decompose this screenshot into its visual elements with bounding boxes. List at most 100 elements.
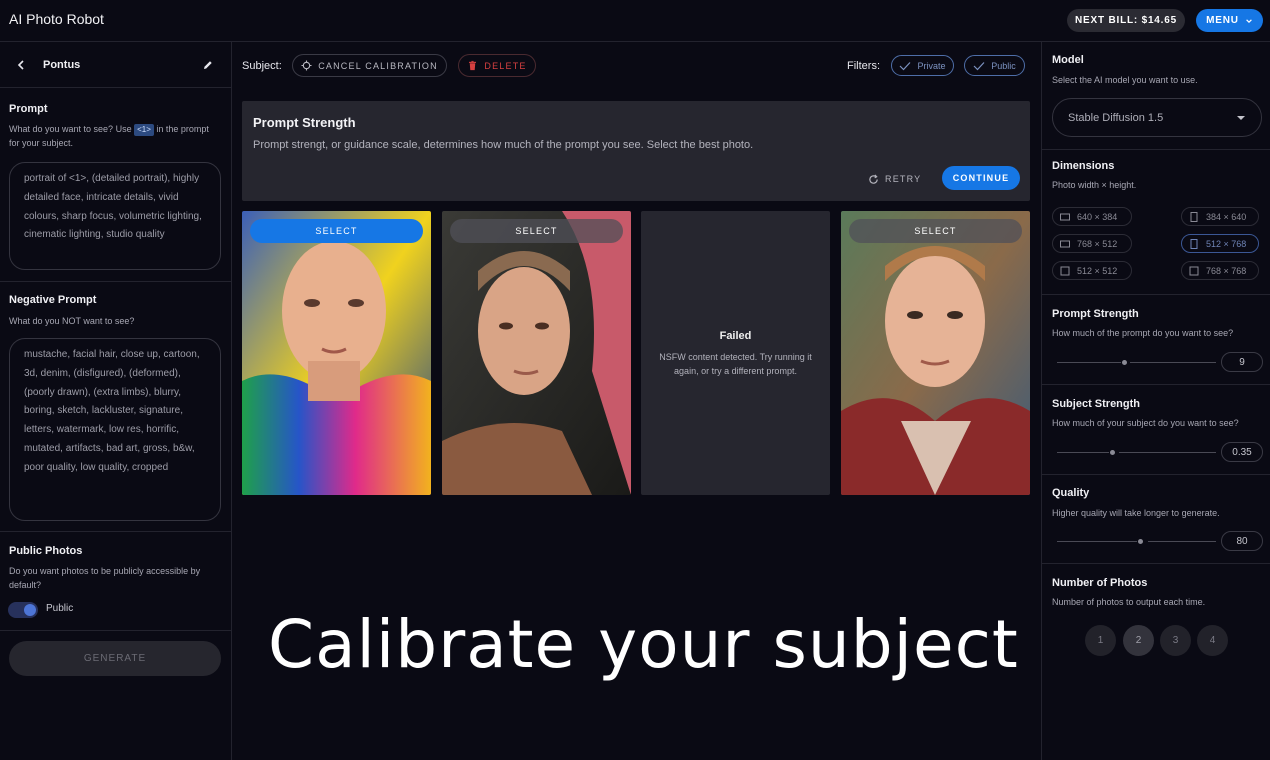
divider	[0, 630, 231, 631]
filter-public-chip[interactable]: Public	[964, 55, 1025, 76]
subject-strength-description: How much of your subject do you want to …	[1052, 418, 1239, 428]
photo-card[interactable]: SELECT	[841, 211, 1030, 495]
photo-count-option-selected[interactable]: 2	[1123, 625, 1154, 656]
next-bill-badge[interactable]: NEXT BILL: $14.65	[1067, 9, 1185, 32]
subject-label: Subject:	[242, 60, 282, 72]
landscape-icon	[1060, 240, 1070, 247]
pencil-edit-icon[interactable]	[202, 59, 214, 71]
check-icon	[973, 61, 985, 70]
trash-icon	[469, 60, 477, 71]
delete-label: DELETE	[484, 60, 527, 71]
slider-track[interactable]	[1119, 452, 1216, 453]
filters-label: Filters:	[847, 60, 880, 72]
photo-count-option[interactable]: 4	[1197, 625, 1228, 656]
select-button[interactable]: SELECT	[250, 219, 423, 243]
generated-portrait-image	[841, 211, 1030, 495]
public-photos-title: Public Photos	[9, 545, 83, 557]
select-button[interactable]: SELECT	[849, 219, 1022, 243]
model-description: Select the AI model you want to use.	[1052, 75, 1198, 85]
subject-token-tag: <1>	[134, 124, 154, 136]
slider-thumb[interactable]	[1110, 450, 1115, 455]
prompt-title: Prompt	[9, 103, 48, 115]
slider-track[interactable]	[1148, 541, 1216, 542]
subject-strength-title: Subject Strength	[1052, 398, 1141, 410]
divider	[1042, 149, 1270, 150]
quality-input[interactable]: 80	[1221, 531, 1263, 551]
back-arrow-icon[interactable]	[15, 59, 27, 71]
slider-track[interactable]	[1057, 362, 1121, 363]
portrait-icon	[1190, 238, 1198, 249]
check-icon	[900, 61, 911, 70]
negative-prompt-description: What do you NOT want to see?	[9, 316, 135, 326]
model-select-value: Stable Diffusion 1.5	[1068, 111, 1164, 124]
divider	[1042, 474, 1270, 475]
portrait-icon	[1190, 211, 1198, 222]
delete-button[interactable]: DELETE	[458, 54, 536, 77]
right-sidebar: Model Select the AI model you want to us…	[1041, 42, 1270, 760]
dimension-label: 768 × 512	[1077, 238, 1118, 249]
prompt-textarea[interactable]: portrait of <1>, (detailed portrait), hi…	[9, 162, 221, 270]
prompt-strength-description: How much of the prompt do you want to se…	[1052, 328, 1234, 338]
subject-name: Pontus	[43, 59, 81, 71]
public-toggle[interactable]	[8, 602, 38, 618]
generate-button[interactable]: GENERATE	[9, 641, 221, 676]
photo-card-failed: Failed NSFW content detected. Try runnin…	[641, 211, 830, 495]
landscape-icon	[1060, 213, 1070, 220]
dimensions-title: Dimensions	[1052, 160, 1115, 172]
filter-public-label: Public	[991, 60, 1016, 71]
dimension-option-selected[interactable]: 512 × 768	[1181, 234, 1259, 253]
filter-private-chip[interactable]: Private	[891, 55, 954, 76]
photo-card[interactable]: SELECT	[242, 211, 431, 495]
model-select[interactable]: Stable Diffusion 1.5	[1052, 98, 1262, 137]
dimension-option[interactable]: 768 × 768	[1181, 261, 1259, 280]
dimension-label: 768 × 768	[1206, 265, 1247, 276]
subject-strength-input[interactable]: 0.35	[1221, 442, 1263, 462]
divider	[1042, 294, 1270, 295]
public-toggle-label: Public	[46, 603, 74, 614]
slider-thumb[interactable]	[1138, 539, 1143, 544]
prompt-desc-before: What do you want to see? Use	[9, 124, 132, 134]
cancel-calibration-button[interactable]: CANCEL CALIBRATION	[292, 54, 447, 77]
dimensions-description: Photo width × height.	[1052, 180, 1137, 190]
dimension-label: 512 × 768	[1206, 238, 1247, 249]
prompt-strength-title: Prompt Strength	[1052, 308, 1139, 320]
slider-track[interactable]	[1057, 541, 1137, 542]
dimension-option[interactable]: 768 × 512	[1052, 234, 1132, 253]
top-bar: AI Photo Robot NEXT BILL: $14.65 MENU	[0, 0, 1270, 42]
divider	[0, 87, 231, 88]
toggle-knob	[24, 604, 36, 616]
dimension-option[interactable]: 512 × 512	[1052, 261, 1132, 280]
select-button[interactable]: SELECT	[450, 219, 623, 243]
app-title: AI Photo Robot	[9, 11, 104, 27]
photo-count-option[interactable]: 1	[1085, 625, 1116, 656]
dimension-option[interactable]: 384 × 640	[1181, 207, 1259, 226]
retry-label: RETRY	[885, 174, 922, 184]
slider-track[interactable]	[1130, 362, 1216, 363]
number-of-photos-title: Number of Photos	[1052, 577, 1148, 589]
continue-button[interactable]: CONTINUE	[942, 166, 1020, 190]
caret-down-icon	[1237, 115, 1245, 120]
dimension-label: 384 × 640	[1206, 211, 1247, 222]
prompt-strength-panel: Prompt Strength Prompt strengt, or guida…	[242, 101, 1030, 201]
refresh-icon	[869, 174, 878, 184]
photo-count-option[interactable]: 3	[1160, 625, 1191, 656]
negative-prompt-textarea[interactable]: mustache, facial hair, close up, cartoon…	[9, 338, 221, 521]
prompt-description: What do you want to see? Use <1> in the …	[9, 122, 209, 150]
crosshair-icon	[301, 60, 312, 71]
dimension-label: 512 × 512	[1077, 265, 1118, 276]
quality-title: Quality	[1052, 487, 1090, 499]
failed-title: Failed	[719, 330, 752, 342]
dimension-option[interactable]: 640 × 384	[1052, 207, 1132, 226]
menu-button[interactable]: MENU	[1196, 9, 1263, 32]
negative-prompt-title: Negative Prompt	[9, 294, 97, 306]
slider-track[interactable]	[1057, 452, 1109, 453]
dimension-label: 640 × 384	[1077, 211, 1118, 222]
slider-thumb[interactable]	[1122, 360, 1127, 365]
divider	[1042, 563, 1270, 564]
square-icon	[1189, 266, 1199, 275]
prompt-strength-input[interactable]: 9	[1221, 352, 1263, 372]
retry-button[interactable]: RETRY	[868, 168, 921, 190]
divider	[0, 531, 231, 532]
photo-card[interactable]: SELECT	[442, 211, 631, 495]
menu-label: MENU	[1206, 15, 1239, 26]
